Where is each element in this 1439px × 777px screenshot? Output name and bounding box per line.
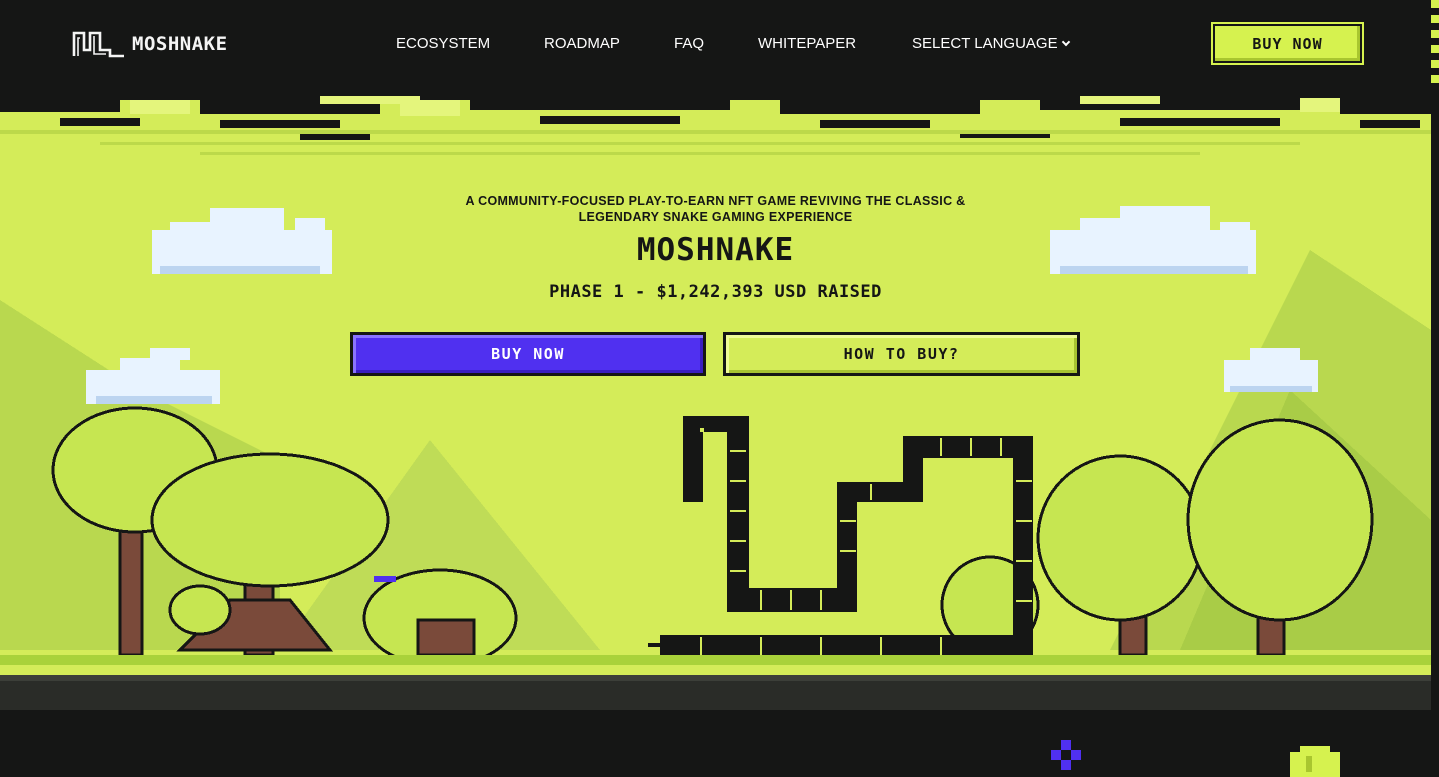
presale-raised-text: PHASE 1 - $1,242,393 USD RAISED — [549, 282, 882, 302]
scroll-indicator — [1431, 0, 1439, 90]
hero-content: A COMMUNITY-FOCUSED PLAY-TO-EARN NFT GAM… — [0, 90, 1431, 390]
chevron-down-icon — [1061, 37, 1070, 47]
nav-link-roadmap[interactable]: ROADMAP — [544, 35, 620, 52]
hero-title: MOSHNAKE — [636, 232, 795, 268]
nav-link-whitepaper[interactable]: WHITEPAPER — [758, 35, 856, 52]
navbar: MOSHNAKE ECOSYSTEM ROADMAP FAQ WHITEPAPE… — [0, 0, 1431, 90]
hero-buy-now-button[interactable]: BUY NOW — [350, 332, 706, 376]
ground — [0, 655, 1431, 710]
language-select-label: SELECT LANGUAGE — [912, 35, 1058, 52]
how-to-buy-button[interactable]: HOW TO BUY? — [723, 332, 1080, 376]
nav-link-faq[interactable]: FAQ — [674, 35, 704, 52]
next-section-preview — [0, 710, 1431, 777]
nav-link-ecosystem[interactable]: ECOSYSTEM — [396, 35, 490, 52]
purple-gem-icon — [1051, 740, 1081, 770]
hero-tagline: A COMMUNITY-FOCUSED PLAY-TO-EARN NFT GAM… — [465, 194, 966, 224]
language-select[interactable]: SELECT LANGUAGE — [912, 35, 1070, 52]
nav-buy-now-button[interactable]: BUY NOW — [1213, 24, 1362, 63]
coin-icon — [1290, 746, 1340, 777]
bottom-decorations — [1051, 740, 1340, 777]
hero-section: A COMMUNITY-FOCUSED PLAY-TO-EARN NFT GAM… — [0, 90, 1431, 710]
